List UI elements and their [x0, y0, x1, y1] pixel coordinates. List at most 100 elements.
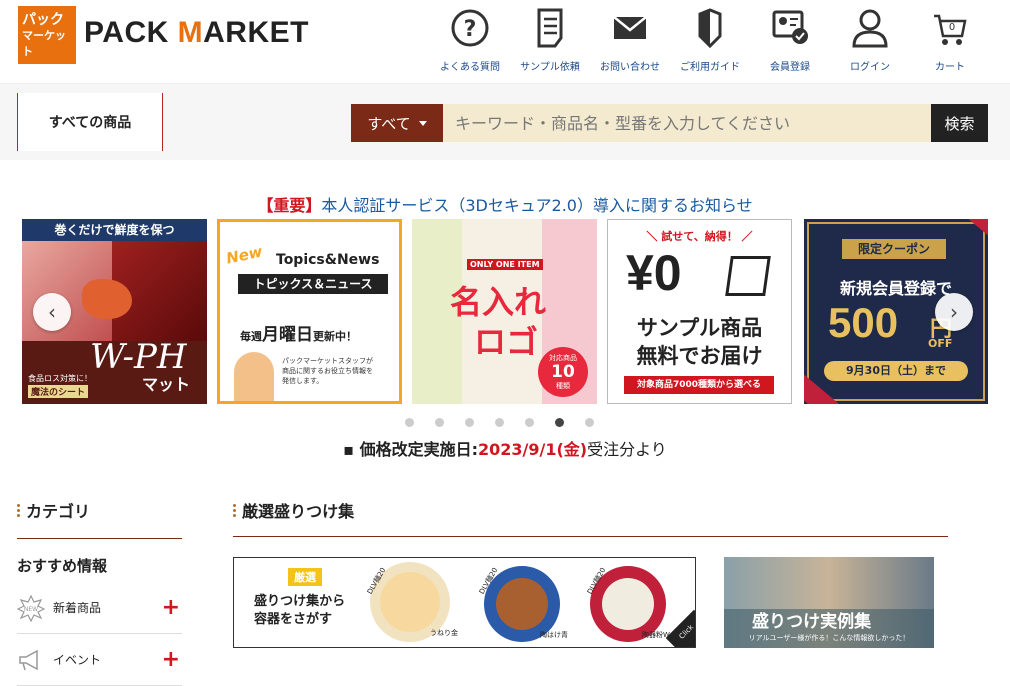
banner-carousel: 巻くだけで鮮度を保つ W-PH マット 食品ロス対策に！ 魔法のシート New …: [22, 219, 988, 404]
dots-icon: [17, 503, 20, 517]
price-date: 2023/9/1(金): [478, 440, 588, 459]
nav-register[interactable]: 会員登録: [750, 0, 830, 84]
carousel-dot[interactable]: [555, 418, 564, 427]
bowl-image-1-inner: [380, 572, 440, 632]
sidebar-item-events-label: イベント: [53, 653, 102, 667]
nav-sample[interactable]: サンプル依頼: [510, 0, 590, 84]
featured-title: 厳選盛りつけ集: [242, 502, 355, 521]
plating-container-search-banner[interactable]: 厳選 盛りつけ集から 容器をさがす DLV麺20 DLV麺20 DLV麺20 う…: [233, 557, 696, 648]
nav-cart[interactable]: 0 カート: [910, 0, 990, 84]
nav-contact[interactable]: お問い合わせ: [590, 0, 670, 84]
bowl-image-2-inner: [496, 578, 548, 630]
price-revision-notice: ▪ 価格改定実施日:2023/9/1(金)受注分より: [0, 436, 1010, 460]
carousel-dot[interactable]: [525, 418, 534, 427]
brand-name-part3: ARKET: [203, 16, 309, 49]
brand-name-part1: PACK: [84, 16, 178, 49]
slide4-bar: 対象商品7000種類から選べる: [624, 376, 774, 394]
nav-faq-label: よくある質問: [440, 62, 500, 73]
featured-divider: [233, 536, 948, 537]
search-scope-dropdown[interactable]: すべて: [351, 104, 443, 142]
carousel-next-button[interactable]: ›: [935, 293, 973, 331]
logo-icon[interactable]: パック マーケット: [18, 6, 76, 64]
slide3-line2: ロゴ: [474, 323, 539, 361]
search-bar: すべての商品 すべて 検索: [0, 84, 1010, 160]
nav-register-label: 会員登録: [770, 62, 810, 73]
banner2-title: 盛りつけ実例集: [752, 612, 872, 632]
banner1-name2: 陶はけ青: [540, 631, 568, 639]
slide2-desc3: 発信します。: [282, 377, 324, 385]
document-icon: [537, 8, 563, 48]
carousel-dot[interactable]: [405, 418, 414, 427]
search-input[interactable]: [443, 104, 931, 142]
search-button[interactable]: 検索: [931, 104, 988, 142]
plus-icon[interactable]: +: [162, 647, 180, 672]
slide4-line2: 無料でお届け: [636, 344, 763, 368]
sidebar-item-new-products[interactable]: NEW 新着商品 +: [17, 582, 182, 634]
svg-text:NEW: NEW: [24, 606, 38, 613]
carousel-dots: [405, 418, 594, 427]
mail-icon: [613, 16, 647, 39]
slide2-weekly1: 毎週: [240, 330, 262, 343]
slide-name-logo[interactable]: ONLY ONE ITEM 名入れ ロゴ 対応商品 10 種類: [412, 219, 597, 404]
slide4-big: ¥0: [626, 245, 682, 301]
slide3-badge: 対応商品 10 種類: [538, 347, 588, 397]
nav-login-label: ログイン: [850, 62, 890, 73]
chevron-down-icon: [418, 120, 427, 126]
logo-line2: マーケット: [22, 29, 66, 58]
banner1-tag: 厳選: [288, 568, 322, 586]
guide-icon: [698, 8, 722, 49]
slide2-title: Topics&News: [276, 252, 380, 268]
slide5-off: OFF: [928, 337, 953, 350]
slide5-tag: 限定クーポン: [842, 239, 946, 259]
important-notice-link[interactable]: 【重要】本人認証サービス（3Dセキュア2.0）導入に関するお知らせ: [0, 192, 1010, 216]
recommended-title: おすすめ情報: [17, 557, 108, 575]
slide5-date: 9月30日（土）まで: [824, 361, 968, 381]
all-products-button[interactable]: すべての商品: [17, 93, 163, 151]
sidebar-item-events[interactable]: イベント +: [17, 634, 182, 686]
price-prefix: 価格改定実施日:: [359, 440, 478, 459]
slide2-weekly2: 月曜日: [262, 325, 313, 345]
sidebar: カテゴリ おすすめ情報 NEW 新着商品 + イベント +: [17, 498, 182, 686]
category-title: カテゴリ: [26, 502, 91, 521]
slide4-top: ＼ 試せて、納得！ ／: [646, 230, 753, 243]
banner2-sub: リアルユーザー様が作る！こんな情報欲しかった！: [748, 634, 910, 642]
slide-free-sample[interactable]: ＼ 試せて、納得！ ／ ¥0 サンプル商品 無料でお届け 対象商品7000種類か…: [607, 219, 792, 404]
carousel-dot[interactable]: [585, 418, 594, 427]
square-bullet-icon: ▪: [343, 440, 355, 459]
category-heading: カテゴリ: [17, 498, 182, 522]
plus-icon[interactable]: +: [162, 595, 180, 620]
site-header: パック マーケット PACK MARKET ? よくある質問 サンプル依頼 お問…: [0, 0, 1010, 84]
plating-examples-banner[interactable]: 盛りつけ実例集 リアルユーザー様が作る！こんな情報欲しかった！: [724, 557, 934, 648]
question-icon: ?: [451, 9, 489, 47]
carousel-dot[interactable]: [495, 418, 504, 427]
box-icon: [725, 256, 771, 296]
dots-icon: [233, 503, 236, 517]
cart-icon: 0: [934, 14, 967, 45]
carousel-dot[interactable]: [435, 418, 444, 427]
slide1-top-text: 巻くだけで鮮度を保つ: [22, 219, 207, 241]
slide1-sub: マット: [142, 375, 191, 394]
nav-guide[interactable]: ご利用ガイド: [670, 0, 750, 84]
slide3-tag: ONLY ONE ITEM: [467, 259, 543, 270]
slide5-amount: 500: [828, 299, 899, 346]
logo-line1: パック: [22, 12, 64, 28]
featured-heading: 厳選盛りつけ集: [233, 498, 948, 522]
chevron-left-icon: ‹: [48, 300, 56, 324]
brand-name-part2: M: [177, 16, 204, 49]
search-scope-label: すべて: [367, 114, 411, 133]
nav-guide-label: ご利用ガイド: [680, 62, 740, 73]
slide2-weekly3: 更新中！: [313, 330, 357, 343]
svg-text:?: ?: [464, 17, 477, 42]
slide2-desc1: パックマーケットスタッフが: [282, 357, 373, 365]
slide2-jp: トピックス＆ニュース: [238, 274, 388, 294]
brand-name[interactable]: PACK MARKET: [84, 16, 309, 50]
nav-sample-label: サンプル依頼: [520, 62, 580, 73]
carousel-dot[interactable]: [465, 418, 474, 427]
slide-topics-news[interactable]: New Topics&News トピックス＆ニュース 毎週月曜日更新中！ パック…: [217, 219, 402, 404]
carousel-prev-button[interactable]: ‹: [33, 293, 71, 331]
nav-faq[interactable]: ? よくある質問: [430, 0, 510, 84]
slide3-badge-unit: 種類: [556, 382, 570, 390]
sidebar-divider: [17, 538, 182, 539]
nav-login[interactable]: ログイン: [830, 0, 910, 84]
megaphone-icon: [19, 649, 38, 670]
